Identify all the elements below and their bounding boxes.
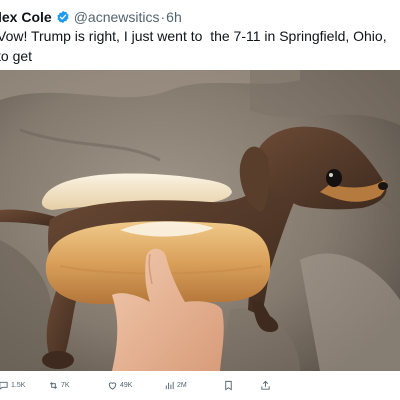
reply-icon [0,381,8,390]
like-button[interactable]: 49K [107,378,132,392]
verified-badge-icon [56,10,70,24]
reply-button[interactable]: 1.5K [0,378,25,392]
retweet-button[interactable]: 7K [48,378,70,392]
author-handle[interactable]: @acnewsitics [74,8,160,26]
bookmark-button[interactable] [223,378,236,392]
views-count: 2M [177,381,187,389]
tweet-photo[interactable] [0,70,400,371]
views-bar-chart-icon [165,381,174,389]
tweet-actions-bar: 1.5K 7K 49K 2M [0,376,400,396]
bookmark-icon [225,380,232,390]
like-count: 49K [120,381,133,389]
tweet-header: lex Cole @acnewsitics · 6h [0,8,182,26]
timestamp[interactable]: 6h [166,8,182,26]
share-button[interactable] [260,378,273,392]
tweet[interactable]: lex Cole @acnewsitics · 6h Vow! Trump is… [0,0,400,400]
author-name[interactable]: lex Cole [0,8,52,26]
share-icon [261,380,270,390]
views-button[interactable]: 2M [164,378,187,392]
retweet-count: 7K [61,381,70,389]
heart-icon [108,381,117,390]
reply-count: 1.5K [11,381,26,389]
separator-dot: · [160,9,166,25]
retweet-icon [49,381,58,389]
dog-in-hotdog-bun-photo [0,70,400,371]
